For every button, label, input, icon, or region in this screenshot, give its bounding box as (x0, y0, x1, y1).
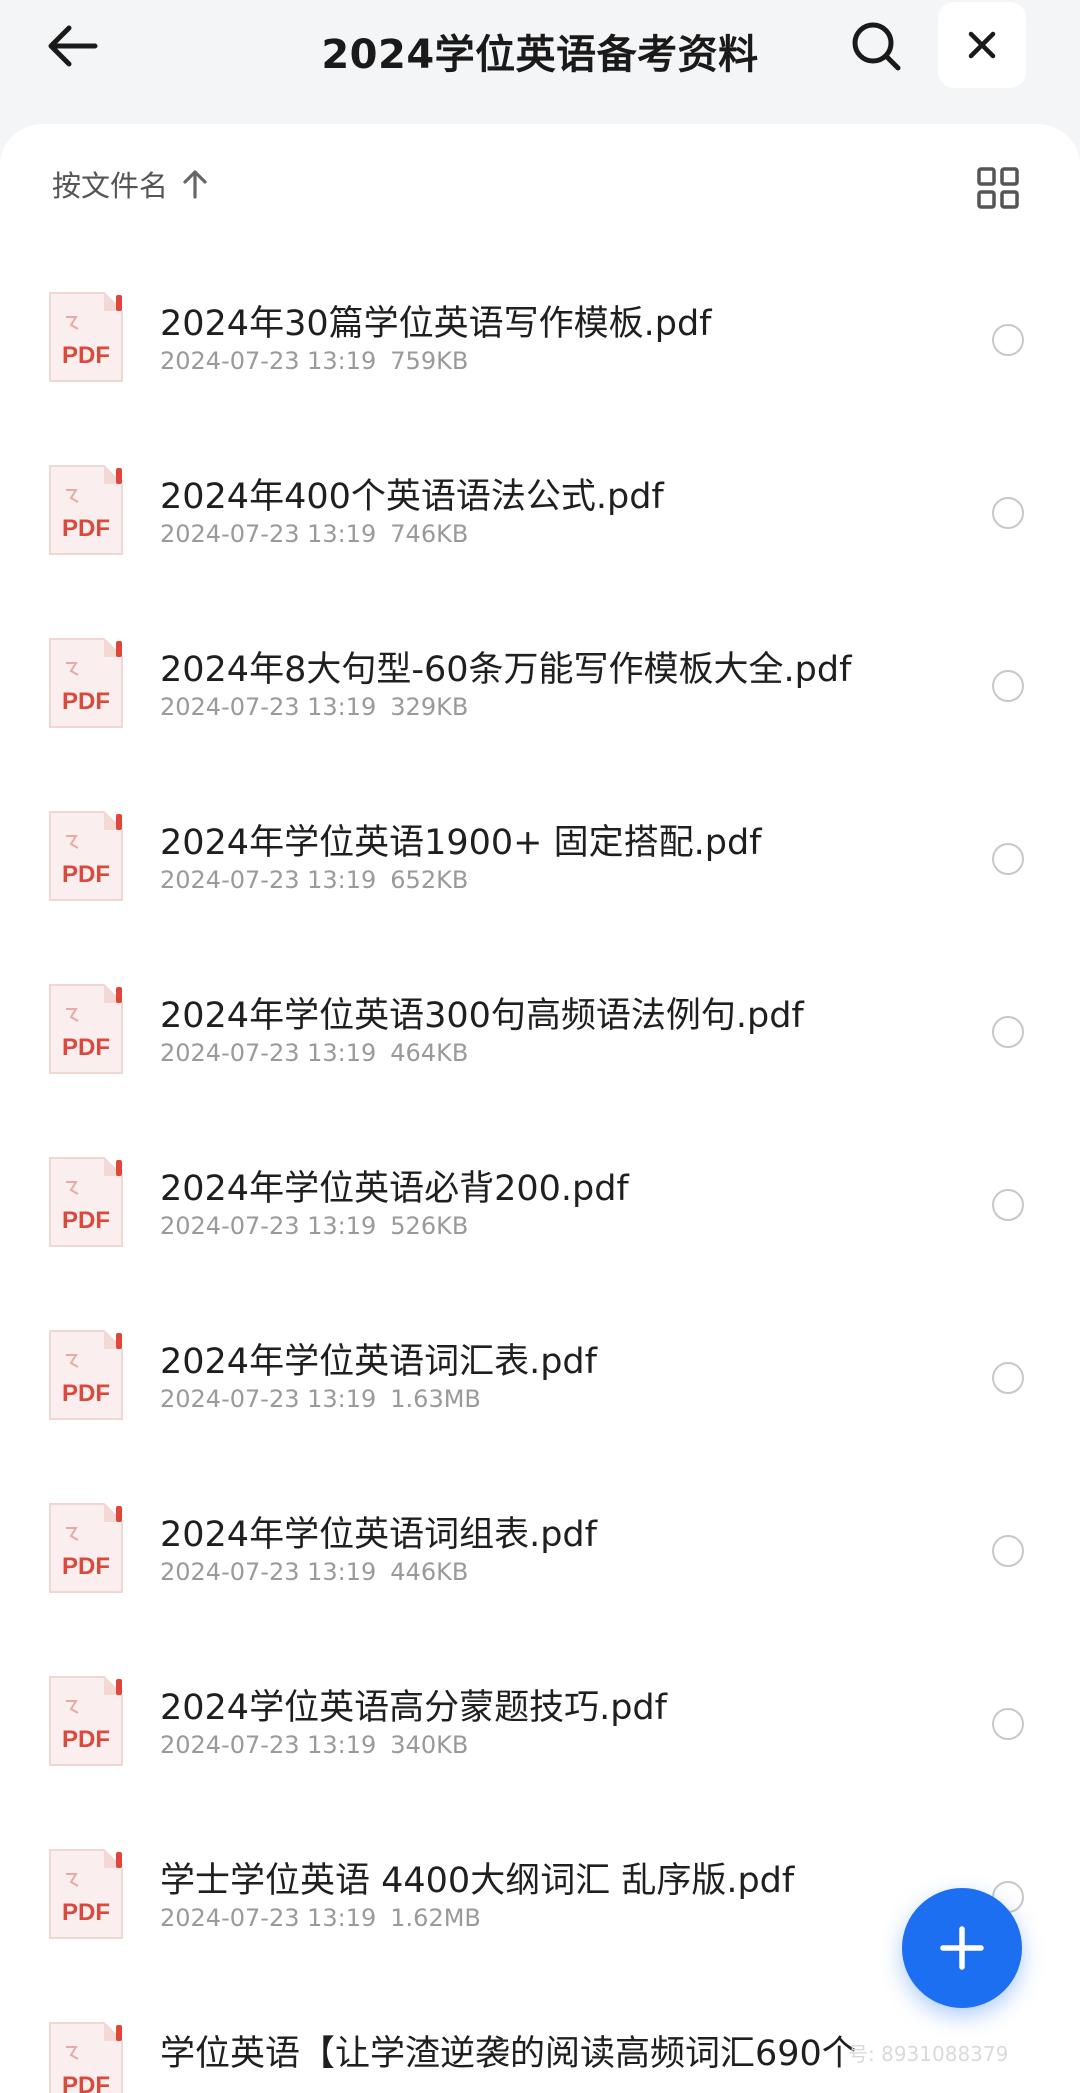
file-size: 1.62MB (390, 1904, 481, 1932)
pdf-file-icon: PDF (46, 1154, 126, 1250)
file-row[interactable]: PDF 2024年学位英语必背200.pdf 2024-07-23 13:19 5… (0, 1130, 1080, 1303)
page-title: 2024学位英语备考资料 (321, 32, 759, 78)
file-name: 学士学位英语 4400大纲词汇 乱序版.pdf (160, 1861, 795, 1901)
search-button[interactable] (846, 16, 906, 76)
file-meta: 2024-07-23 13:19 526KB (160, 1212, 468, 1240)
file-size: 329KB (390, 693, 469, 721)
close-button[interactable] (938, 2, 1026, 88)
file-name: 2024学位英语高分蒙题技巧.pdf (160, 1688, 667, 1728)
file-row[interactable]: PDF 2024年学位英语词汇表.pdf 2024-07-23 13:19 1.6… (0, 1303, 1080, 1476)
file-date: 2024-07-23 13:19 (160, 866, 377, 894)
svg-text:PDF: PDF (62, 1899, 110, 1926)
pdf-file-icon: PDF (46, 635, 126, 731)
file-date: 2024-07-23 13:19 (160, 1904, 377, 1932)
plus-icon (940, 1926, 984, 1970)
svg-text:PDF: PDF (62, 861, 110, 888)
file-date: 2024-07-23 13:19 (160, 347, 377, 375)
file-row[interactable]: PDF 2024年学位英语300句高频语法例句.pdf 2024-07-23 1… (0, 957, 1080, 1130)
file-meta: 2024-07-23 13:19 652KB (160, 866, 468, 894)
svg-text:PDF: PDF (62, 1553, 110, 1580)
watermark: 号: 8931088379 (848, 2042, 1009, 2066)
header-bar: 2024学位英语备考资料 (0, 0, 1080, 122)
file-row[interactable]: PDF 2024学位英语高分蒙题技巧.pdf 2024-07-23 13:19 3… (0, 1649, 1080, 1822)
file-meta: 2024-07-23 13:19 464KB (160, 1039, 468, 1067)
file-meta: 2024-07-23 13:19 340KB (160, 1731, 468, 1759)
file-size: 446KB (390, 1558, 469, 1586)
add-button[interactable] (902, 1888, 1022, 2008)
select-radio[interactable] (992, 1535, 1024, 1567)
file-date: 2024-07-23 13:19 (160, 1039, 377, 1067)
pdf-file-icon: PDF (46, 808, 126, 904)
svg-text:PDF: PDF (62, 1380, 110, 1407)
svg-text:PDF: PDF (62, 1726, 110, 1753)
svg-text:PDF: PDF (62, 342, 110, 369)
grid-view-button[interactable] (970, 160, 1026, 216)
file-meta: 2024-07-23 13:19 446KB (160, 1558, 468, 1586)
svg-text:PDF: PDF (62, 1034, 110, 1061)
file-meta: 2024-07-23 13:19 1.62MB (160, 1904, 481, 1932)
pdf-file-icon: PDF (46, 462, 126, 558)
file-name: 2024年学位英语词组表.pdf (160, 1515, 597, 1555)
pdf-file-icon: PDF (46, 1327, 126, 1423)
file-date: 2024-07-23 13:19 (160, 1212, 377, 1240)
file-name: 2024年8大句型-60条万能写作模板大全.pdf (160, 650, 852, 690)
file-row[interactable]: PDF 2024年学位英语词组表.pdf 2024-07-23 13:19 446… (0, 1476, 1080, 1649)
pdf-file-icon: PDF (46, 1846, 126, 1942)
file-name: 2024年30篇学位英语写作模板.pdf (160, 304, 712, 344)
pdf-file-icon: PDF (46, 289, 126, 385)
arrow-up-icon (183, 170, 207, 199)
svg-text:PDF: PDF (62, 2072, 110, 2093)
sort-bar: 按文件名 (0, 124, 1080, 244)
select-radio[interactable] (992, 1362, 1024, 1394)
file-meta: 2024-07-23 13:19 759KB (160, 347, 468, 375)
file-meta: 2024-07-23 13:19 746KB (160, 520, 468, 548)
svg-text:PDF: PDF (62, 688, 110, 715)
file-size: 759KB (390, 347, 469, 375)
select-radio[interactable] (992, 497, 1024, 529)
select-radio[interactable] (992, 324, 1024, 356)
file-list: PDF 2024年30篇学位英语写作模板.pdf 2024-07-23 13:1… (0, 265, 1080, 2093)
sort-by-name-button[interactable]: 按文件名 (52, 160, 208, 208)
select-radio[interactable] (992, 670, 1024, 702)
file-date: 2024-07-23 13:19 (160, 1385, 377, 1413)
file-size: 526KB (390, 1212, 469, 1240)
file-date: 2024-07-23 13:19 (160, 1558, 377, 1586)
pdf-file-icon: PDF (46, 1500, 126, 1596)
grid-view-icon (977, 167, 1019, 209)
pdf-file-icon: PDF (46, 981, 126, 1077)
file-size: 340KB (390, 1731, 469, 1759)
file-row[interactable]: PDF 2024年30篇学位英语写作模板.pdf 2024-07-23 13:1… (0, 265, 1080, 438)
file-meta: 2024-07-23 13:19 329KB (160, 693, 468, 721)
select-radio[interactable] (992, 1016, 1024, 1048)
sort-label: 按文件名 (52, 169, 169, 203)
file-size: 746KB (390, 520, 469, 548)
close-icon (968, 31, 996, 59)
file-date: 2024-07-23 13:19 (160, 520, 377, 548)
file-row[interactable]: PDF 2024年8大句型-60条万能写作模板大全.pdf 2024-07-23… (0, 611, 1080, 784)
select-radio[interactable] (992, 843, 1024, 875)
select-radio[interactable] (992, 1189, 1024, 1221)
select-radio[interactable] (992, 1708, 1024, 1740)
file-name: 2024年学位英语必背200.pdf (160, 1169, 629, 1209)
file-meta: 2024-07-23 13:19 1.63MB (160, 1385, 481, 1413)
file-size: 652KB (390, 866, 469, 894)
pdf-file-icon: PDF (46, 1673, 126, 1769)
file-name: 2024年400个英语语法公式.pdf (160, 477, 664, 517)
file-name: 2024年学位英语1900+ 固定搭配.pdf (160, 823, 762, 863)
file-name: 2024年学位英语词汇表.pdf (160, 1342, 597, 1382)
file-row[interactable]: PDF 2024年学位英语1900+ 固定搭配.pdf 2024-07-23 1… (0, 784, 1080, 957)
file-name: 2024年学位英语300句高频语法例句.pdf (160, 996, 804, 1036)
file-row[interactable]: PDF 2024年400个英语语法公式.pdf 2024-07-23 13:19… (0, 438, 1080, 611)
svg-text:PDF: PDF (62, 515, 110, 542)
file-name: 学位英语【让学渣逆袭的阅读高频词汇690个 (160, 2034, 857, 2074)
file-panel: 按文件名 PDF 2024年30篇学位英语写作模板.pdf 2024-07-23… (0, 124, 1080, 2093)
file-size: 1.63MB (390, 1385, 481, 1413)
file-size: 464KB (390, 1039, 469, 1067)
file-meta (160, 2077, 174, 2093)
search-icon (852, 22, 901, 71)
svg-text:PDF: PDF (62, 1207, 110, 1234)
pdf-file-icon: PDF (46, 2019, 126, 2093)
file-date: 2024-07-23 13:19 (160, 693, 377, 721)
file-date: 2024-07-23 13:19 (160, 1731, 377, 1759)
